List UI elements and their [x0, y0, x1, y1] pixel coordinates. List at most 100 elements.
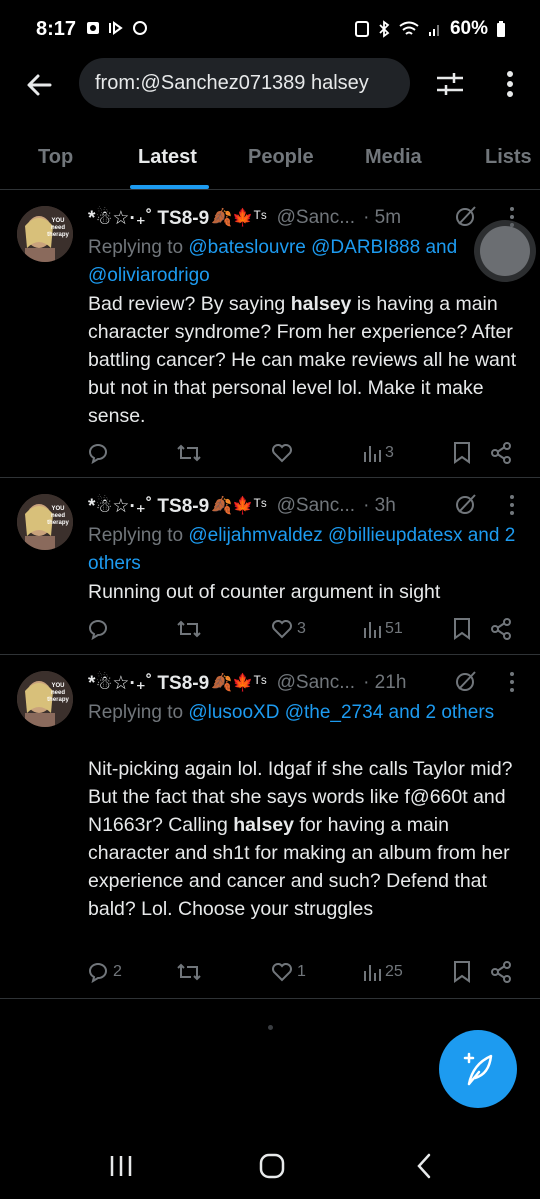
views-icon — [364, 446, 381, 462]
reply-mentions[interactable]: @lusooXD @the_2734 and 2 others — [188, 702, 494, 723]
tweet[interactable]: YOU need therapy *☃☆·₊˚ TS8-9 🍂🍁ᵀˢ @Sanc… — [0, 190, 540, 478]
views-icon — [364, 622, 381, 638]
tweet-text: Nit-picking again lol. Idgaf if she call… — [88, 758, 513, 920]
reply-icon — [88, 620, 107, 641]
display-name[interactable]: *☃☆·₊˚ TS8-9 — [88, 495, 209, 518]
compose-button[interactable] — [439, 1030, 517, 1108]
share-button[interactable] — [490, 615, 512, 643]
timestamp[interactable]: · 3h — [363, 495, 396, 517]
sim-icon — [354, 21, 369, 37]
avatar-caption: YOU need therapy — [47, 683, 69, 703]
recent-apps-icon[interactable] — [108, 1154, 134, 1178]
status-left-icons — [86, 20, 148, 36]
retweet-icon — [177, 963, 201, 981]
share-icon — [491, 961, 511, 983]
share-icon — [491, 442, 511, 464]
retweet-button[interactable] — [176, 615, 205, 643]
battery-icon — [497, 21, 505, 37]
tweet[interactable]: YOU need therapy *☃☆·₊˚ TS8-9 🍂🍁ᵀˢ @Sanc… — [0, 655, 540, 999]
tweet-actions: 2 1 25 — [86, 958, 518, 986]
bookmark-button[interactable] — [452, 958, 472, 986]
timestamp[interactable]: · 21h — [363, 672, 406, 694]
tab-latest[interactable]: Latest — [138, 146, 197, 169]
share-button[interactable] — [490, 439, 512, 467]
like-icon — [272, 963, 292, 982]
like-count: 1 — [297, 963, 306, 980]
avatar-caption: YOU need therapy — [47, 506, 69, 526]
like-button[interactable]: 3 — [270, 615, 306, 643]
highlighted-term: halsey — [233, 814, 294, 836]
display-name[interactable]: *☃☆·₊˚ TS8-9 — [88, 672, 209, 695]
handle[interactable]: @Sanc... — [277, 207, 355, 229]
replying-prefix: Replying to — [88, 702, 184, 723]
retweet-button[interactable] — [176, 439, 205, 467]
handle[interactable]: @Sanc... — [277, 495, 355, 517]
bookmark-button[interactable] — [452, 615, 472, 643]
view-count: 3 — [385, 444, 394, 461]
system-nav-bar — [0, 1130, 540, 1199]
status-bar: 8:17 60% — [0, 0, 540, 60]
replying-to: Replying to @bateslouvre @DARBI888 and @… — [88, 234, 518, 290]
search-input[interactable]: from:@Sanchez071389 halsey — [79, 58, 410, 108]
views-button[interactable]: 51 — [362, 615, 403, 643]
like-count: 3 — [297, 620, 306, 637]
avatar[interactable]: YOU need therapy — [17, 671, 73, 727]
name-emojis: 🍂🍁ᵀˢ — [211, 673, 267, 692]
loading-dot — [268, 1025, 273, 1030]
name-emojis: 🍂🍁ᵀˢ — [211, 496, 267, 515]
reply-button[interactable] — [86, 439, 113, 467]
tweet-text: Running out of counter argument in sight — [88, 581, 441, 603]
back-button[interactable] — [22, 68, 56, 102]
tweet-more-icon[interactable] — [507, 206, 517, 228]
home-icon[interactable] — [258, 1152, 286, 1180]
replying-to: Replying to @elijahmvaldez @billieupdate… — [88, 522, 518, 578]
bluetooth-icon — [379, 20, 390, 38]
bookmark-button[interactable] — [452, 439, 472, 467]
tweet-more-icon[interactable] — [507, 494, 517, 516]
tab-people[interactable]: People — [248, 146, 314, 169]
bookmark-icon — [454, 442, 470, 464]
grok-icon[interactable] — [454, 204, 478, 228]
display-name[interactable]: *☃☆·₊˚ TS8-9 — [88, 207, 209, 230]
grok-icon[interactable] — [454, 669, 478, 693]
views-button[interactable]: 25 — [362, 958, 403, 986]
like-button[interactable]: 1 — [270, 958, 306, 986]
filter-icon — [437, 73, 463, 95]
tweet-header: *☃☆·₊˚ TS8-9 🍂🍁ᵀˢ @Sanc... · 3h — [88, 492, 396, 520]
like-button[interactable] — [270, 439, 297, 467]
avatar[interactable]: YOU need therapy — [17, 494, 73, 550]
scroll-handle[interactable] — [480, 226, 530, 276]
tab-lists[interactable]: Lists — [485, 146, 532, 169]
retweet-button[interactable] — [176, 958, 205, 986]
more-options-button[interactable] — [498, 66, 522, 102]
compose-icon — [463, 1052, 493, 1086]
name-emojis: 🍂🍁ᵀˢ — [211, 208, 267, 227]
back-nav-icon[interactable] — [414, 1152, 434, 1180]
reply-count: 2 — [113, 963, 122, 980]
tweet[interactable]: YOU need therapy *☃☆·₊˚ TS8-9 🍂🍁ᵀˢ @Sanc… — [0, 478, 540, 655]
tweet-more-icon[interactable] — [507, 671, 517, 693]
timestamp[interactable]: · 5m — [363, 207, 401, 229]
views-button[interactable]: 3 — [362, 439, 394, 467]
replying-to: Replying to @lusooXD @the_2734 and 2 oth… — [88, 699, 518, 727]
reply-button[interactable]: 2 — [86, 958, 122, 986]
more-vertical-icon — [507, 71, 513, 97]
bookmark-icon — [454, 961, 470, 983]
media-icon — [109, 21, 123, 35]
back-arrow-icon — [27, 74, 52, 96]
reply-icon — [88, 444, 107, 465]
search-header: from:@Sanchez071389 halsey — [0, 56, 540, 112]
tab-top[interactable]: Top — [38, 146, 73, 169]
highlighted-term: halsey — [290, 293, 352, 315]
tweet-text: Bad review? By saying halsey is having a… — [88, 293, 517, 427]
view-count: 51 — [385, 620, 403, 637]
filter-button[interactable] — [434, 68, 466, 100]
like-icon — [272, 620, 292, 639]
handle[interactable]: @Sanc... — [277, 672, 355, 694]
retweet-icon — [177, 444, 201, 462]
reply-button[interactable] — [86, 615, 113, 643]
share-button[interactable] — [490, 958, 512, 986]
tab-media[interactable]: Media — [365, 146, 422, 169]
grok-icon[interactable] — [454, 492, 478, 516]
avatar[interactable]: YOU need therapy — [17, 206, 73, 262]
